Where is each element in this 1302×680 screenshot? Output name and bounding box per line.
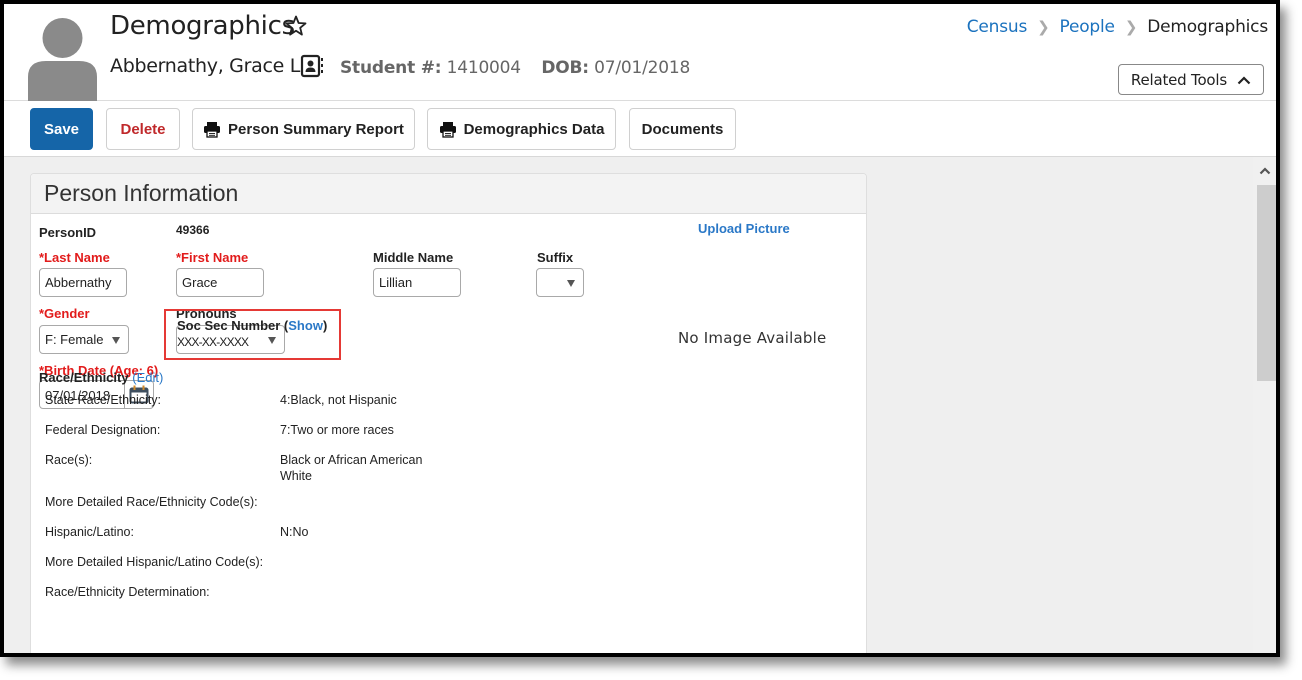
races-label: Race(s):	[45, 453, 93, 467]
race-edit-link[interactable]: (Edit)	[132, 370, 163, 385]
state-race-value: 4:Black, not Hispanic	[280, 393, 397, 407]
content-area: Person Information PersonID 49366 *Last …	[4, 157, 1276, 653]
action-toolbar: Save Delete Person Summary Report Demogr…	[4, 101, 1276, 157]
ssn-show-link[interactable]: Show	[288, 318, 323, 333]
breadcrumb-separator-icon: ❯	[1124, 18, 1138, 36]
race-determination-label: Race/Ethnicity Determination:	[45, 585, 210, 599]
ssn-label-close: )	[322, 318, 328, 333]
related-tools-label: Related Tools	[1130, 70, 1227, 89]
demographics-data-label: Demographics Data	[463, 120, 605, 138]
printer-icon	[204, 121, 221, 138]
last-name-label: *Last Name	[39, 250, 110, 265]
detailed-race-label: More Detailed Race/Ethnicity Code(s):	[45, 495, 258, 509]
page-title: Demographics	[110, 11, 295, 41]
demographics-data-button[interactable]: Demographics Data	[427, 108, 616, 150]
first-name-label: *First Name	[176, 250, 249, 265]
hispanic-latino-label: Hispanic/Latino:	[45, 525, 134, 539]
printer-icon	[439, 121, 456, 138]
hispanic-latino-value: N:No	[280, 525, 309, 539]
gender-label: *Gender	[39, 306, 90, 321]
scroll-up-button[interactable]	[1253, 163, 1276, 179]
federal-designation-value: 7:Two or more races	[280, 423, 394, 437]
ssn-label-text: Soc Sec Number (	[177, 318, 289, 333]
breadcrumb-separator-icon: ❯	[1037, 18, 1050, 36]
federal-designation-label: Federal Designation:	[45, 423, 161, 437]
race-ethnicity-heading: Race/Ethnicity (Edit)	[39, 370, 163, 385]
student-meta: Student #: 1410004 DOB: 07/01/2018	[340, 58, 690, 78]
state-race-label: State Race/Ethnicity:	[45, 393, 162, 407]
chevron-up-icon	[1259, 167, 1270, 175]
detailed-hispanic-label: More Detailed Hispanic/Latino Code(s):	[45, 555, 264, 569]
person-summary-report-button[interactable]: Person Summary Report	[192, 108, 415, 150]
person-name: Abbernathy, Grace L	[110, 55, 301, 77]
suffix-select[interactable]	[536, 268, 584, 297]
related-tools-button[interactable]: Related Tools	[1117, 64, 1264, 95]
gender-value: F: Female	[45, 332, 104, 347]
person-id-value: 49366	[176, 223, 210, 237]
breadcrumb-census[interactable]: Census	[967, 17, 1028, 37]
middle-name-label: Middle Name	[373, 250, 454, 265]
scrollbar-thumb[interactable]	[1257, 185, 1276, 381]
vertical-scrollbar[interactable]	[1253, 157, 1276, 653]
student-number-label: Student #:	[340, 58, 442, 78]
race-value-1: Black or African American	[280, 453, 423, 467]
person-information-panel: Person Information PersonID 49366 *Last …	[30, 173, 867, 653]
middle-name-input[interactable]: Lillian	[373, 268, 461, 297]
first-name-input[interactable]: Grace	[176, 268, 264, 297]
last-name-input[interactable]: Abbernathy	[39, 268, 127, 297]
dropdown-arrow-icon	[112, 337, 120, 344]
dropdown-arrow-icon	[567, 280, 575, 287]
breadcrumb-current: Demographics	[1147, 17, 1268, 37]
person-silhouette-icon	[28, 18, 97, 101]
race-ethnicity-title: Race/Ethnicity	[39, 370, 129, 385]
chevron-up-icon	[1237, 75, 1251, 84]
person-summary-report-label: Person Summary Report	[228, 120, 404, 138]
page-header: Demographics Abbernathy, Grace L Student…	[4, 4, 1276, 101]
ssn-value: XXX-XX-XXXX	[177, 335, 249, 349]
ssn-label: Soc Sec Number (Show)	[177, 318, 327, 333]
race-value-2: White	[280, 469, 312, 483]
dob-label: DOB:	[541, 58, 589, 78]
star-outline-icon[interactable]	[284, 14, 308, 38]
breadcrumb: Census ❯ People ❯ Demographics	[967, 17, 1268, 37]
panel-title: Person Information	[31, 174, 866, 214]
delete-button[interactable]: Delete	[106, 108, 180, 150]
upload-picture-link[interactable]: Upload Picture	[698, 221, 790, 236]
app-window: Demographics Abbernathy, Grace L Student…	[0, 0, 1280, 657]
person-id-label: PersonID	[39, 225, 97, 240]
breadcrumb-people[interactable]: People	[1060, 17, 1115, 37]
dob-value: 07/01/2018	[594, 58, 691, 78]
no-image-placeholder: No Image Available	[678, 329, 827, 347]
races-value: Black or African American White	[280, 452, 422, 484]
contact-card-icon[interactable]	[300, 54, 324, 78]
ssn-highlight-box: Soc Sec Number (Show) XXX-XX-XXXX	[164, 309, 341, 360]
suffix-label: Suffix	[537, 250, 574, 265]
student-number: 1410004	[446, 58, 522, 78]
documents-button[interactable]: Documents	[629, 108, 736, 150]
save-button[interactable]: Save	[30, 108, 93, 150]
gender-select[interactable]: F: Female	[39, 325, 129, 354]
